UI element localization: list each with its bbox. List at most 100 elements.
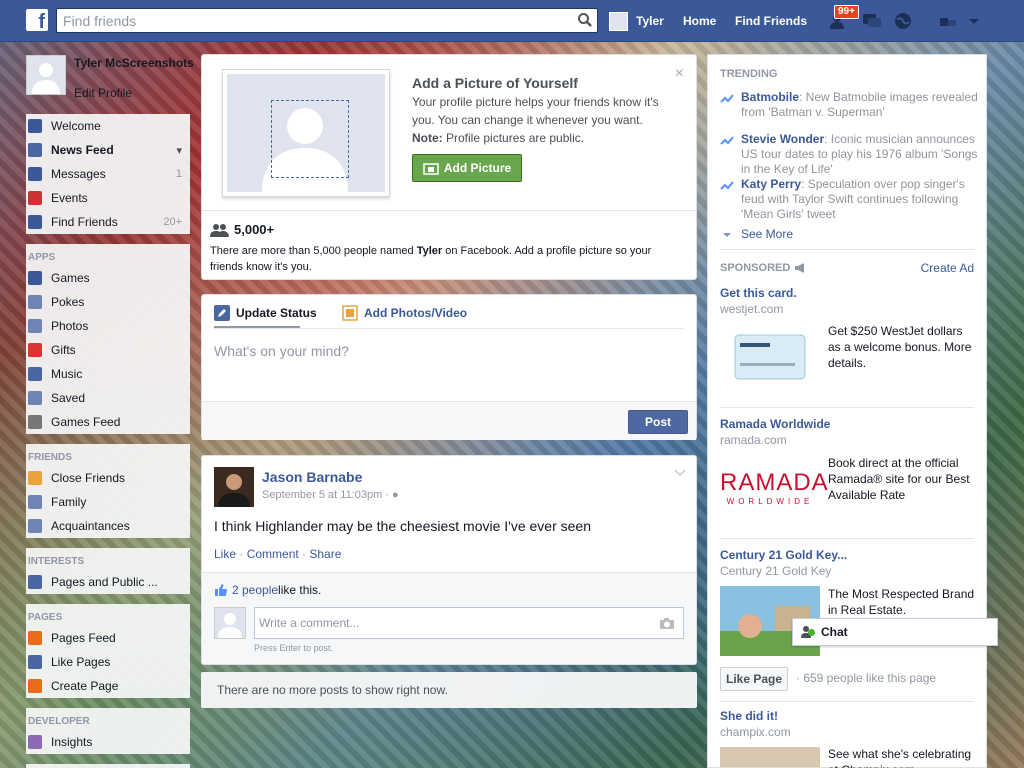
tab-update-status[interactable]: Update Status bbox=[214, 305, 317, 321]
note-label: Note: bbox=[412, 131, 443, 145]
sidebar-item-find-friends[interactable]: Find Friends 20+ bbox=[26, 210, 190, 234]
chat-tab[interactable]: Chat bbox=[792, 618, 998, 646]
sidebar-item-gifts[interactable]: Gifts bbox=[26, 338, 190, 362]
sidebar-item-pokes[interactable]: Pokes bbox=[26, 290, 190, 314]
see-more-link[interactable]: See More bbox=[720, 227, 978, 242]
find-friends-link[interactable]: Find Friends bbox=[735, 14, 807, 28]
sidebar-item-saved[interactable]: Saved bbox=[26, 386, 190, 410]
camera-icon bbox=[423, 163, 439, 175]
sidebar-item-label: Messages bbox=[51, 167, 106, 181]
ad-title[interactable]: Ramada Worldwide bbox=[720, 417, 830, 431]
author-avatar[interactable] bbox=[214, 467, 254, 507]
online-indicator bbox=[808, 628, 815, 636]
close-icon[interactable]: × bbox=[675, 65, 684, 83]
tab-add-photos[interactable]: Add Photos/Video bbox=[342, 305, 467, 321]
sidebar-item-like-pages[interactable]: Like Pages bbox=[26, 650, 190, 674]
camera-icon[interactable] bbox=[659, 617, 675, 630]
sidebar-item-create-page[interactable]: Create Page bbox=[26, 674, 190, 698]
search-input[interactable] bbox=[57, 9, 557, 32]
like-pages-icon bbox=[28, 655, 42, 669]
chevron-down-icon[interactable]: ▾ bbox=[176, 144, 182, 157]
sidebar-item-events[interactable]: Events bbox=[26, 186, 190, 210]
likes-suffix: like this. bbox=[278, 583, 322, 597]
ramada-logo[interactable]: RAMADA WORLDWIDE bbox=[720, 455, 828, 525]
likers-link[interactable]: 2 people bbox=[232, 583, 278, 597]
messages-icon[interactable] bbox=[862, 12, 882, 30]
share-link[interactable]: Share bbox=[309, 547, 341, 561]
sidebar-item-messages[interactable]: Messages 1 bbox=[26, 162, 190, 186]
sidebar-item-music[interactable]: Music bbox=[26, 362, 190, 386]
sponsored-label: SPONSORED bbox=[720, 262, 791, 274]
sidebar-item-close-friends[interactable]: Close Friends bbox=[26, 466, 190, 490]
author-name[interactable]: Jason Barnabe bbox=[262, 469, 362, 485]
music-icon bbox=[28, 367, 42, 381]
sidebar-item-pages-feed[interactable]: Pages Feed bbox=[26, 626, 190, 650]
profile-name[interactable]: Tyler McScreenshots bbox=[74, 56, 194, 70]
trending-item[interactable]: Katy Perry: Speculation over pop singer'… bbox=[720, 177, 978, 222]
sidebar-item-pages-and-public[interactable]: Pages and Public ... bbox=[26, 570, 190, 594]
profile-avatar[interactable] bbox=[26, 55, 66, 95]
trending-name[interactable]: Batmobile bbox=[741, 90, 799, 104]
create-ad-link[interactable]: Create Ad bbox=[921, 261, 974, 275]
sidebar-item-games-feed[interactable]: Games Feed bbox=[26, 410, 190, 434]
privacy-shortcuts-icon[interactable] bbox=[938, 12, 958, 30]
edit-profile-link[interactable]: Edit Profile bbox=[74, 86, 132, 100]
post-button[interactable]: Post bbox=[628, 410, 688, 434]
search-icon[interactable] bbox=[577, 12, 593, 28]
globe-icon: ● bbox=[392, 489, 399, 501]
trending-name[interactable]: Katy Perry bbox=[741, 177, 801, 191]
like-summary: 2 people like this. bbox=[214, 583, 321, 597]
comment-link[interactable]: Comment bbox=[247, 547, 299, 561]
pages-feed-icon bbox=[28, 631, 42, 645]
facebook-logo[interactable]: f bbox=[26, 9, 48, 31]
account-menu-chevron-icon[interactable] bbox=[966, 12, 982, 30]
profile-summary: Tyler McScreenshots Edit Profile bbox=[26, 55, 194, 105]
story-timestamp: September 5 at 11:03pm · ● bbox=[262, 489, 399, 501]
like-page-button[interactable]: Like Page bbox=[720, 667, 788, 691]
trending-item[interactable]: Stevie Wonder: Iconic musician announces… bbox=[720, 132, 978, 177]
divider bbox=[720, 538, 974, 539]
sidebar-item-news-feed[interactable]: News Feed ▾ bbox=[26, 138, 190, 162]
nav-section-header: DEVELOPER bbox=[28, 716, 90, 727]
trending-name[interactable]: Stevie Wonder bbox=[741, 132, 824, 146]
ad-title[interactable]: She did it! bbox=[720, 709, 778, 723]
westjet-card-image[interactable] bbox=[720, 323, 820, 393]
like-link[interactable]: Like bbox=[214, 547, 236, 561]
avatar bbox=[609, 11, 628, 31]
sidebar-item-acquaintances[interactable]: Acquaintances bbox=[26, 514, 190, 538]
comment-input[interactable] bbox=[255, 608, 655, 638]
ad-title[interactable]: Get this card. bbox=[720, 286, 797, 300]
profile-link[interactable]: Tyler bbox=[609, 11, 664, 31]
people-count: 5,000+ bbox=[210, 222, 274, 237]
sidebar-item-family[interactable]: Family bbox=[26, 490, 190, 514]
ad-title[interactable]: Century 21 Gold Key... bbox=[720, 548, 847, 562]
ad-url: ramada.com bbox=[720, 433, 787, 447]
divider bbox=[214, 328, 684, 329]
feed-story: Jason Barnabe September 5 at 11:03pm · ●… bbox=[201, 455, 697, 665]
home-link[interactable]: Home bbox=[683, 14, 716, 28]
sidebar-item-games[interactable]: Games bbox=[26, 266, 190, 290]
nav-main: Welcome News Feed ▾ Messages 1 Events Find Fri… bbox=[26, 114, 190, 234]
sidebar-item-insights[interactable]: Insights bbox=[26, 730, 190, 754]
prompt-text: Your profile picture helps your friends … bbox=[412, 93, 680, 147]
champix-image[interactable] bbox=[720, 747, 820, 767]
commenter-avatar bbox=[214, 607, 246, 639]
sidebar-item-welcome[interactable]: Welcome bbox=[26, 114, 190, 138]
sidebar-item-count: 20+ bbox=[163, 216, 182, 228]
close-friends-icon bbox=[28, 471, 42, 485]
trending-item[interactable]: Batmobile: New Batmobile images revealed… bbox=[720, 90, 978, 120]
ad-text: Book direct at the official Ramada® site… bbox=[828, 456, 970, 502]
news-feed-icon bbox=[28, 143, 42, 157]
status-input[interactable]: What's on your mind? bbox=[214, 343, 349, 359]
people-count-value: 5,000+ bbox=[234, 222, 275, 237]
sidebar-item-photos[interactable]: Photos bbox=[26, 314, 190, 338]
author-photo bbox=[214, 467, 254, 507]
add-picture-button[interactable]: Add Picture bbox=[412, 154, 522, 182]
composer-footer: Post bbox=[202, 401, 696, 440]
sidebar-item-count: 1 bbox=[175, 168, 182, 180]
chevron-down-icon[interactable] bbox=[674, 468, 686, 478]
sidebar-item-label: Pages Feed bbox=[51, 631, 116, 645]
notifications-globe-icon[interactable] bbox=[893, 12, 913, 30]
timestamp-text[interactable]: September 5 at 11:03pm · bbox=[262, 489, 392, 501]
chat-label: Chat bbox=[821, 625, 848, 639]
